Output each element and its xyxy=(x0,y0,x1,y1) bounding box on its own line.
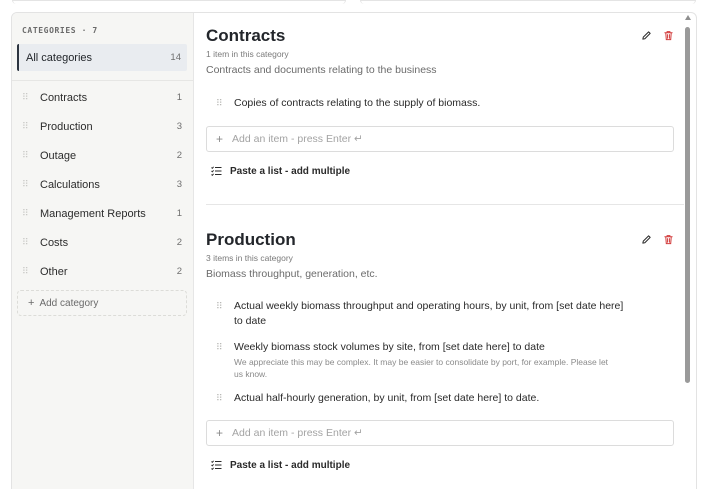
item-text: Weekly biomass stock volumes by site, fr… xyxy=(234,341,545,353)
list-icon xyxy=(211,166,222,176)
drag-handle-icon[interactable]: ⠿ xyxy=(216,391,223,406)
category-count: 2 xyxy=(176,150,182,161)
add-category-button[interactable]: + Add category xyxy=(17,290,187,316)
item-note: We appreciate this may be complex. It ma… xyxy=(234,357,609,379)
all-categories-count: 14 xyxy=(170,52,181,63)
plus-icon: + xyxy=(216,426,224,440)
trash-icon[interactable] xyxy=(662,233,674,245)
scroll-up-arrow-icon[interactable] xyxy=(685,15,691,20)
category-label: Calculations xyxy=(40,178,100,191)
sidebar-item-management-reports[interactable]: ⠿ Management Reports 1 xyxy=(12,199,193,228)
category-label: Costs xyxy=(40,236,69,249)
list-item[interactable]: ⠿ Copies of contracts relating to the su… xyxy=(206,96,674,111)
item-text: Actual weekly biomass throughput and ope… xyxy=(234,300,624,327)
paste-list-label: Paste a list - add multiple xyxy=(230,459,351,471)
pencil-icon[interactable] xyxy=(640,233,652,245)
category-label: Other xyxy=(40,265,68,278)
category-sidebar: CATEGORIES · 7 All categories 14 ⠿ Contr… xyxy=(12,13,194,489)
drag-handle-icon[interactable]: ⠿ xyxy=(216,340,223,355)
scrollbar-thumb[interactable] xyxy=(685,27,690,383)
section-actions xyxy=(640,233,674,245)
category-label: Management Reports xyxy=(40,207,146,220)
list-item[interactable]: ⠿ Actual half-hourly generation, by unit… xyxy=(206,391,674,406)
section-actions xyxy=(640,29,674,41)
category-count: 1 xyxy=(176,92,182,103)
drag-handle-icon[interactable]: ⠿ xyxy=(22,209,30,218)
sidebar-item-production[interactable]: ⠿ Production 3 xyxy=(12,112,193,141)
paste-list-label: Paste a list - add multiple xyxy=(230,165,351,177)
sidebar-item-costs[interactable]: ⠿ Costs 2 xyxy=(12,228,193,257)
paste-list-button[interactable]: Paste a list - add multiple xyxy=(206,458,674,472)
drag-handle-icon[interactable]: ⠿ xyxy=(22,238,30,247)
category-count: 1 xyxy=(176,208,182,219)
section-divider xyxy=(206,204,684,205)
section-item-count: 1 item in this category xyxy=(206,49,289,59)
category-count: 2 xyxy=(176,237,182,248)
sidebar-item-other[interactable]: ⠿ Other 2 xyxy=(12,257,193,286)
item-text: Actual half-hourly generation, by unit, … xyxy=(234,392,540,404)
list-icon xyxy=(211,460,222,470)
section-title: Contracts xyxy=(206,26,286,45)
list-item[interactable]: ⠿ Actual weekly biomass throughput and o… xyxy=(206,299,674,329)
drag-handle-icon[interactable]: ⠿ xyxy=(22,93,30,102)
category-label: Contracts xyxy=(40,91,88,104)
drag-handle-icon[interactable]: ⠿ xyxy=(22,122,30,131)
section-title: Production xyxy=(206,230,296,249)
add-item-placeholder: Add an item - press Enter ↵ xyxy=(232,133,363,145)
vertical-scrollbar[interactable] xyxy=(684,13,692,489)
category-detail-pane: Contracts 1 item in this category Contra… xyxy=(194,13,696,489)
add-category-label: Add category xyxy=(39,297,99,309)
sidebar-header: CATEGORIES · 7 xyxy=(22,25,98,35)
category-section-production: Production 3 items in this category Biom… xyxy=(206,229,674,472)
category-label: Outage xyxy=(40,149,77,162)
sidebar-item-contracts[interactable]: ⠿ Contracts 1 xyxy=(12,83,193,112)
add-item-input[interactable]: + Add an item - press Enter ↵ xyxy=(206,420,674,446)
pencil-icon[interactable] xyxy=(640,29,652,41)
category-section-contracts: Contracts 1 item in this category Contra… xyxy=(206,25,674,178)
section-description: Contracts and documents relating to the … xyxy=(206,64,437,76)
list-item[interactable]: ⠿ Weekly biomass stock volumes by site, … xyxy=(206,340,674,380)
sidebar-item-outage[interactable]: ⠿ Outage 2 xyxy=(12,141,193,170)
categories-panel: CATEGORIES · 7 All categories 14 ⠿ Contr… xyxy=(11,12,697,489)
add-item-input[interactable]: + Add an item - press Enter ↵ xyxy=(206,126,674,152)
category-list: ⠿ Contracts 1 ⠿ Production 3 ⠿ Outage 2 … xyxy=(12,83,193,286)
plus-icon: + xyxy=(28,297,35,309)
drag-handle-icon[interactable]: ⠿ xyxy=(22,267,30,276)
top-panel-edge-right xyxy=(360,0,696,4)
all-categories-label: All categories xyxy=(26,51,93,64)
drag-handle-icon[interactable]: ⠿ xyxy=(22,180,30,189)
trash-icon[interactable] xyxy=(662,29,674,41)
all-categories-item[interactable]: All categories 14 xyxy=(17,44,187,71)
item-text: Copies of contracts relating to the supp… xyxy=(234,97,481,109)
add-item-placeholder: Add an item - press Enter ↵ xyxy=(232,427,363,439)
section-item-count: 3 items in this category xyxy=(206,253,293,263)
section-description: Biomass throughput, generation, etc. xyxy=(206,268,378,280)
category-count: 2 xyxy=(176,266,182,277)
plus-icon: + xyxy=(216,132,224,146)
category-count: 3 xyxy=(176,121,182,132)
sidebar-item-calculations[interactable]: ⠿ Calculations 3 xyxy=(12,170,193,199)
paste-list-button[interactable]: Paste a list - add multiple xyxy=(206,164,674,178)
category-count: 3 xyxy=(176,179,182,190)
top-panel-edge-left xyxy=(12,0,346,4)
sidebar-divider xyxy=(12,80,193,81)
drag-handle-icon[interactable]: ⠿ xyxy=(216,96,223,111)
category-label: Production xyxy=(40,120,93,133)
drag-handle-icon[interactable]: ⠿ xyxy=(216,299,223,314)
drag-handle-icon[interactable]: ⠿ xyxy=(22,151,30,160)
